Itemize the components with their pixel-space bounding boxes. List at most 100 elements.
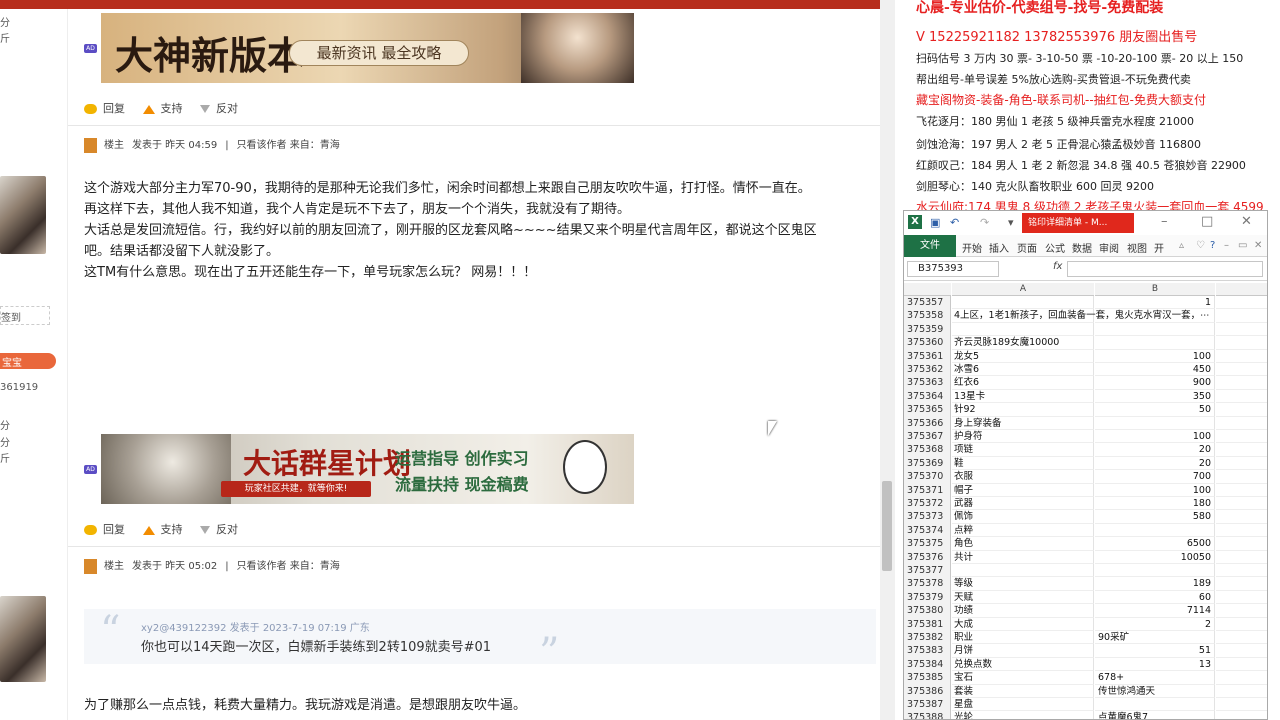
- cell-c[interactable]: [1216, 309, 1267, 323]
- row-number[interactable]: 375377: [904, 564, 951, 578]
- cell-c[interactable]: [1216, 296, 1267, 310]
- cell-a[interactable]: 等级: [952, 577, 1094, 591]
- cell-b[interactable]: 2: [1095, 617, 1215, 631]
- cell-b[interactable]: 1: [1095, 296, 1215, 310]
- ad-banner-dashen[interactable]: 大神新版本 最新资讯 最全攻略: [101, 13, 634, 83]
- minimize-icon[interactable]: –: [1161, 214, 1168, 229]
- row-number[interactable]: 375370: [904, 470, 951, 484]
- cell-b[interactable]: 900: [1095, 376, 1215, 390]
- row-number[interactable]: 375374: [904, 523, 951, 538]
- save-icon[interactable]: ▣: [930, 216, 940, 229]
- cell-b[interactable]: 7114: [1095, 604, 1215, 618]
- cell-a[interactable]: 针92: [952, 403, 1094, 417]
- cell-c[interactable]: [1216, 711, 1267, 719]
- cell-c[interactable]: [1216, 350, 1267, 363]
- row-number[interactable]: 375387: [904, 698, 951, 712]
- cell-b[interactable]: 50: [1095, 403, 1215, 417]
- row-number[interactable]: 375376: [904, 550, 951, 564]
- cell-c[interactable]: [1216, 510, 1267, 524]
- cell-c[interactable]: [1216, 524, 1267, 538]
- cell-b[interactable]: 51: [1095, 644, 1215, 658]
- cell-a[interactable]: 职业: [952, 631, 1094, 645]
- row-number[interactable]: 375380: [904, 604, 951, 618]
- cell-c[interactable]: [1216, 484, 1267, 497]
- file-tab[interactable]: 文件: [904, 235, 956, 257]
- cell-a[interactable]: 项链: [952, 443, 1094, 457]
- cell-c[interactable]: [1216, 497, 1267, 511]
- cell-b[interactable]: 6500: [1095, 537, 1215, 551]
- cell-b[interactable]: 90采矿: [1095, 631, 1215, 645]
- cell-a[interactable]: [952, 564, 1094, 578]
- cell-c[interactable]: [1216, 417, 1267, 430]
- row-number[interactable]: 375368: [904, 443, 951, 457]
- row-number[interactable]: 375382: [904, 631, 951, 645]
- row-number[interactable]: 375363: [904, 376, 951, 390]
- cell-b[interactable]: 传世惊鸿通天: [1095, 684, 1215, 698]
- support-button[interactable]: 支持: [142, 100, 183, 116]
- cell-a[interactable]: 13星卡: [952, 389, 1094, 404]
- page-scrollbar[interactable]: [880, 0, 895, 720]
- cell-c[interactable]: [1216, 564, 1267, 578]
- cell-b[interactable]: 13: [1095, 657, 1215, 672]
- cell-c[interactable]: [1216, 336, 1267, 350]
- avatar[interactable]: [0, 596, 46, 682]
- cell-c[interactable]: [1216, 443, 1267, 457]
- cell-b[interactable]: 100: [1095, 349, 1215, 363]
- cell-c[interactable]: [1216, 551, 1267, 564]
- cell-a[interactable]: 共计: [952, 550, 1094, 564]
- tab-more[interactable]: 开: [1154, 240, 1164, 255]
- cell-a[interactable]: 帽子: [952, 483, 1094, 497]
- avatar[interactable]: [0, 176, 46, 254]
- cell-b[interactable]: 点黄魔6鬼7: [1095, 711, 1215, 719]
- cell-c[interactable]: [1216, 470, 1267, 484]
- cell-b[interactable]: 60: [1095, 590, 1215, 605]
- maximize-icon[interactable]: □: [1201, 214, 1213, 229]
- cell-b[interactable]: 20: [1095, 443, 1215, 457]
- row-number[interactable]: 375378: [904, 577, 951, 591]
- cell-a[interactable]: 功绩: [952, 604, 1094, 618]
- cell-b[interactable]: [1095, 309, 1215, 323]
- column-header-c[interactable]: [1216, 283, 1267, 296]
- cell-c[interactable]: [1216, 644, 1267, 658]
- cell-c[interactable]: [1216, 323, 1267, 337]
- cell-b[interactable]: 180: [1095, 497, 1215, 511]
- cell-b[interactable]: [1095, 698, 1215, 712]
- row-number[interactable]: 375361: [904, 349, 951, 363]
- row-number[interactable]: 375367: [904, 430, 951, 444]
- cell-a[interactable]: 大成: [952, 617, 1094, 631]
- ribbon-chevron-icon[interactable]: ▵: [1179, 240, 1184, 251]
- cell-b[interactable]: [1095, 416, 1215, 430]
- cell-b[interactable]: [1095, 336, 1215, 350]
- row-number[interactable]: 375365: [904, 403, 951, 417]
- tab-review[interactable]: 审阅: [1099, 240, 1119, 255]
- row-number[interactable]: 375381: [904, 617, 951, 631]
- cell-c[interactable]: [1216, 376, 1267, 390]
- cell-a[interactable]: 点粹: [952, 523, 1094, 538]
- row-number[interactable]: 375359: [904, 322, 951, 337]
- row-number[interactable]: 375375: [904, 537, 951, 551]
- tab-formulas[interactable]: 公式: [1045, 240, 1065, 255]
- cell-a[interactable]: 佩饰: [952, 510, 1094, 524]
- cell-a[interactable]: 鞋: [952, 456, 1094, 471]
- cell-c[interactable]: [1216, 363, 1267, 377]
- support-button[interactable]: 支持: [142, 521, 183, 537]
- cell-a[interactable]: 红衣6: [952, 376, 1094, 390]
- cell-b[interactable]: 100: [1095, 483, 1215, 497]
- name-box[interactable]: B375393: [907, 261, 999, 277]
- row-number[interactable]: 375357: [904, 296, 951, 310]
- cell-c[interactable]: [1216, 658, 1267, 672]
- heart-icon[interactable]: ♡: [1196, 240, 1205, 251]
- row-number[interactable]: 375369: [904, 456, 951, 471]
- reply-button[interactable]: 回复: [84, 100, 125, 116]
- cell-a[interactable]: 宝石: [952, 671, 1094, 685]
- cell-a[interactable]: 兑换点数: [952, 657, 1094, 672]
- redo-icon[interactable]: ↷: [980, 216, 989, 229]
- cell-a[interactable]: [952, 322, 1094, 337]
- oppose-button[interactable]: 反对: [200, 521, 238, 537]
- column-header-a[interactable]: A: [952, 283, 1094, 296]
- quick-access-dropdown-icon[interactable]: ▾: [1008, 216, 1014, 229]
- cell-a[interactable]: 武器: [952, 497, 1094, 511]
- cell-b[interactable]: 10050: [1095, 550, 1215, 564]
- reply-button[interactable]: 回复: [84, 521, 125, 537]
- ad-banner-qunxing[interactable]: 大话群星计划 玩家社区共建，就等你来! 运营指导 创作实习 流量扶持 现金稿费: [101, 434, 634, 504]
